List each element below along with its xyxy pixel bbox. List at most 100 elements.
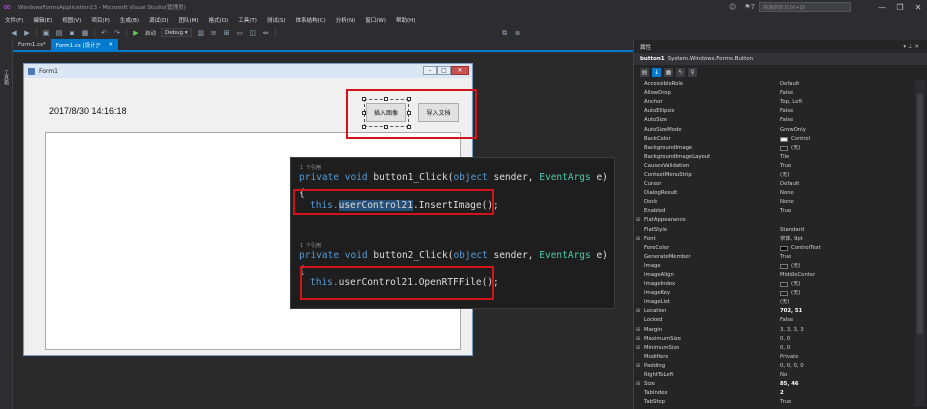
categorized-icon[interactable]: ▤	[640, 67, 649, 77]
forward-icon[interactable]: ▶	[23, 29, 31, 37]
property-row[interactable]: ⊞ MaximumSize 0, 0	[634, 335, 912, 344]
close-tab-icon[interactable]: ✕	[109, 42, 114, 48]
back-icon[interactable]: ◀	[10, 29, 18, 37]
property-value[interactable]: (无)	[774, 262, 912, 271]
property-row[interactable]: Anchor Top, Left	[634, 98, 912, 107]
send-back-icon[interactable]: ⧈	[514, 29, 522, 37]
expand-icon[interactable]: ⊞	[634, 362, 642, 371]
property-value[interactable]: False	[774, 116, 912, 125]
properties-scrollbar[interactable]	[915, 80, 925, 406]
property-row[interactable]: ⊞ Margin 3, 3, 3, 3	[634, 326, 912, 335]
property-value[interactable]: ControlText	[774, 244, 912, 253]
menu-item[interactable]: 工具(T)	[233, 16, 262, 24]
datetime-label[interactable]: 2017/8/30 14:16:18	[49, 106, 127, 116]
undo-icon[interactable]: ↶	[100, 29, 108, 37]
property-value[interactable]: 0, 0, 0, 0	[774, 362, 912, 371]
quick-launch-input[interactable]: 快速启动 (Ctrl+Q)	[759, 2, 851, 12]
menu-item[interactable]: 项目(P)	[86, 16, 115, 24]
property-row[interactable]: BackgroundImageLayout Tile	[634, 153, 912, 162]
property-value[interactable]: None	[774, 189, 912, 198]
save-all-icon[interactable]: ▦	[81, 29, 89, 37]
property-value[interactable]: True	[774, 162, 912, 171]
format-icon[interactable]: ▭	[236, 29, 244, 37]
property-value[interactable]: (无)	[774, 298, 912, 307]
property-row[interactable]: DialogResult None	[634, 189, 912, 198]
property-row[interactable]: AutoSize False	[634, 116, 912, 125]
grid-icon[interactable]: ⊞	[223, 29, 231, 37]
property-value[interactable]: Standard	[774, 226, 912, 235]
property-row[interactable]: FlatStyle Standard	[634, 226, 912, 235]
menu-item[interactable]: 帮助(H)	[391, 16, 420, 24]
property-value[interactable]: (无)	[774, 280, 912, 289]
property-value[interactable]: False	[774, 316, 912, 325]
close-button[interactable]: ✕	[909, 3, 927, 12]
start-button[interactable]: 启动	[145, 29, 156, 37]
menu-item[interactable]: 体系结构(C)	[291, 16, 331, 24]
property-row[interactable]: ⊞ Location 702, 51	[634, 307, 912, 316]
menu-item[interactable]: 编辑(E)	[28, 16, 57, 24]
property-row[interactable]: AllowDrop False	[634, 89, 912, 98]
property-row[interactable]: Enabled True	[634, 207, 912, 216]
property-row[interactable]: Locked False	[634, 316, 912, 325]
minimize-button[interactable]: —	[873, 3, 891, 12]
property-row[interactable]: ⊞ Font 宋体, 9pt	[634, 235, 912, 244]
property-value[interactable]: (无)	[774, 144, 912, 153]
property-value[interactable]: MiddleCenter	[774, 271, 912, 280]
events-icon[interactable]: ϟ	[676, 67, 685, 77]
property-row[interactable]: BackColor Control	[634, 135, 912, 144]
property-value[interactable]: Default	[774, 80, 912, 89]
object-selector[interactable]: button1 System.Windows.Forms.Button	[634, 53, 927, 65]
property-row[interactable]: Dock None	[634, 198, 912, 207]
tab-form1-code[interactable]: Form1.cs*	[13, 39, 51, 50]
property-pages-icon[interactable]: ⚲	[688, 67, 697, 77]
expand-icon[interactable]: ⊞	[634, 335, 642, 344]
menu-item[interactable]: 文件(F)	[0, 16, 28, 24]
size-icon[interactable]: ◫	[249, 29, 257, 37]
property-value[interactable]: GrowOnly	[774, 126, 912, 135]
expand-icon[interactable]: ⊞	[634, 380, 642, 389]
align-icon[interactable]: ≡	[210, 29, 218, 37]
expand-icon[interactable]: ⊞	[634, 216, 642, 225]
property-row[interactable]: ImageAlign MiddleCenter	[634, 271, 912, 280]
menu-item[interactable]: 格式(O)	[204, 16, 234, 24]
toolbox-tab[interactable]: 工具箱	[3, 70, 10, 85]
property-value[interactable]: 3, 3, 3, 3	[774, 326, 912, 335]
property-row[interactable]: ImageKey (无)	[634, 289, 912, 298]
property-value[interactable]: 0, 0	[774, 335, 912, 344]
property-value[interactable]: Private	[774, 353, 912, 362]
property-row[interactable]: TabStop True	[634, 398, 912, 407]
properties-icon[interactable]: ▦	[664, 67, 673, 77]
property-row[interactable]: ⊞ MinimumSize 0, 0	[634, 344, 912, 353]
property-value[interactable]: (无)	[774, 289, 912, 298]
property-row[interactable]: Image (无)	[634, 262, 912, 271]
property-row[interactable]: ⊞ FlatAppearance	[634, 216, 912, 225]
menu-item[interactable]: 生成(B)	[115, 16, 144, 24]
menu-item[interactable]: 窗口(W)	[360, 16, 391, 24]
property-row[interactable]: BackgroundImage (无)	[634, 144, 912, 153]
property-value[interactable]: False	[774, 107, 912, 116]
alphabetical-icon[interactable]: ↓	[652, 67, 661, 77]
menu-item[interactable]: 分析(N)	[331, 16, 360, 24]
property-value[interactable]: None	[774, 198, 912, 207]
expand-icon[interactable]: ⊞	[634, 307, 642, 316]
property-row[interactable]: AutoEllipsis False	[634, 107, 912, 116]
property-row[interactable]: ImageIndex (无)	[634, 280, 912, 289]
property-row[interactable]: AutoSizeMode GrowOnly	[634, 125, 912, 134]
menu-item[interactable]: 调试(D)	[144, 16, 174, 24]
property-row[interactable]: GenerateMember True	[634, 253, 912, 262]
property-row[interactable]: ForeColor ControlText	[634, 244, 912, 253]
maximize-button[interactable]: ❐	[891, 3, 909, 12]
property-value[interactable]: False	[774, 89, 912, 98]
property-row[interactable]: ImageList (无)	[634, 298, 912, 307]
new-project-icon[interactable]: ▣	[42, 29, 50, 37]
property-value[interactable]: True	[774, 207, 912, 216]
expand-icon[interactable]: ⊞	[634, 326, 642, 335]
property-value[interactable]: Tile	[774, 153, 912, 162]
property-value[interactable]: Control	[774, 135, 912, 144]
property-value[interactable]: 85, 46	[774, 380, 912, 389]
property-value[interactable]: No	[774, 371, 912, 380]
property-value[interactable]: (无)	[774, 171, 912, 180]
expand-icon[interactable]: ⊞	[634, 344, 642, 353]
save-icon[interactable]: ▪	[68, 29, 76, 37]
menu-item[interactable]: 视图(V)	[57, 16, 86, 24]
